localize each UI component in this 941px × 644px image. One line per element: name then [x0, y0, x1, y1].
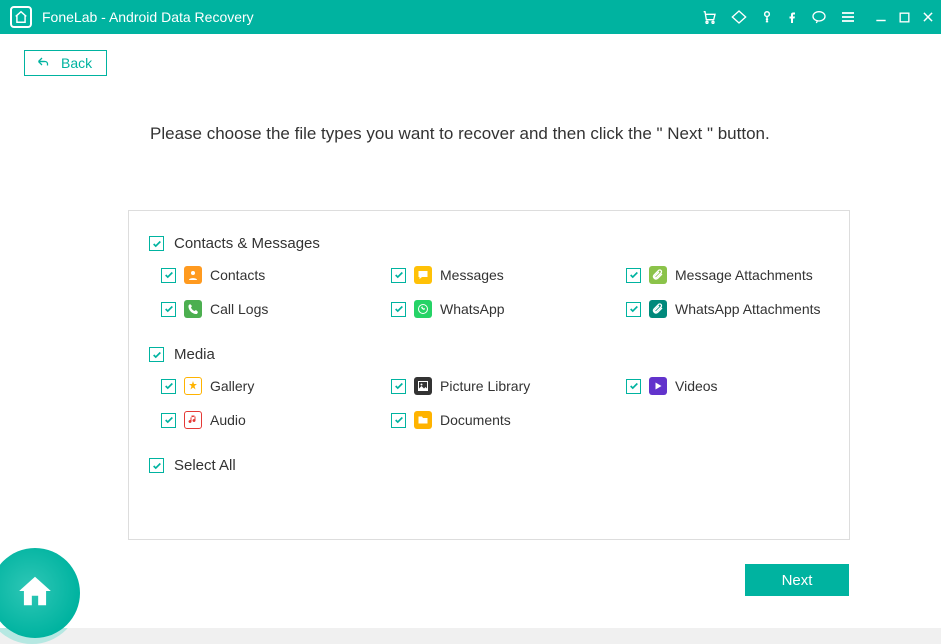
item-label: Picture Library	[440, 378, 530, 394]
next-label: Next	[782, 572, 813, 589]
back-button[interactable]: Back	[24, 50, 107, 76]
titlebar-actions	[700, 9, 856, 25]
next-button[interactable]: Next	[745, 564, 849, 596]
group-label: Media	[174, 346, 215, 363]
item-audio[interactable]: Audio	[161, 411, 391, 429]
home-button[interactable]	[0, 548, 80, 638]
item-label: WhatsApp	[440, 301, 505, 317]
checkbox-media[interactable]	[149, 347, 164, 362]
item-label: Call Logs	[210, 301, 268, 317]
checkbox[interactable]	[391, 268, 406, 283]
gallery-icon	[184, 377, 202, 395]
checkbox-select-all[interactable]	[149, 458, 164, 473]
item-documents[interactable]: Documents	[391, 411, 626, 429]
checkbox[interactable]	[161, 268, 176, 283]
item-label: Videos	[675, 378, 718, 394]
item-call-logs[interactable]: Call Logs	[161, 300, 391, 318]
item-picture-library[interactable]: Picture Library	[391, 377, 626, 395]
item-label: Messages	[440, 267, 504, 283]
close-button[interactable]	[921, 10, 935, 24]
cart-icon[interactable]	[700, 9, 718, 25]
checkbox[interactable]	[161, 413, 176, 428]
checkbox[interactable]	[626, 302, 641, 317]
group-contacts-messages[interactable]: Contacts & Messages	[149, 235, 829, 252]
wifi-icon[interactable]	[730, 9, 748, 25]
minimize-button[interactable]	[874, 10, 888, 24]
back-label: Back	[61, 55, 92, 71]
item-label: Message Attachments	[675, 267, 813, 283]
whatsapp-icon	[414, 300, 432, 318]
item-label: Documents	[440, 412, 511, 428]
whatsapp-attachment-icon	[649, 300, 667, 318]
checkbox-contacts-messages[interactable]	[149, 236, 164, 251]
checkbox[interactable]	[391, 413, 406, 428]
message-icon	[414, 266, 432, 284]
menu-icon[interactable]	[840, 9, 856, 25]
phone-icon	[184, 300, 202, 318]
checkbox[interactable]	[391, 302, 406, 317]
media-items: Gallery Picture Library Videos Audio	[161, 377, 829, 429]
group-media[interactable]: Media	[149, 346, 829, 363]
folder-icon	[414, 411, 432, 429]
picture-icon	[414, 377, 432, 395]
app-title: FoneLab - Android Data Recovery	[42, 9, 700, 25]
select-all-label: Select All	[174, 457, 236, 474]
item-videos[interactable]: Videos	[626, 377, 856, 395]
contacts-messages-items: Contacts Messages Message Attachments Ca…	[161, 266, 829, 318]
instruction-text: Please choose the file types you want to…	[150, 124, 770, 144]
item-messages[interactable]: Messages	[391, 266, 626, 284]
item-contacts[interactable]: Contacts	[161, 266, 391, 284]
item-whatsapp[interactable]: WhatsApp	[391, 300, 626, 318]
item-label: Audio	[210, 412, 246, 428]
checkbox[interactable]	[161, 379, 176, 394]
titlebar: FoneLab - Android Data Recovery	[0, 0, 941, 34]
item-label: Contacts	[210, 267, 265, 283]
file-types-panel: Contacts & Messages Contacts Messages Me…	[128, 210, 850, 540]
select-all[interactable]: Select All	[149, 457, 829, 474]
content-area: Back Please choose the file types you wa…	[0, 34, 941, 628]
back-arrow-icon	[35, 55, 51, 71]
attachment-icon	[649, 266, 667, 284]
window-controls	[874, 10, 935, 24]
video-icon	[649, 377, 667, 395]
person-icon	[184, 266, 202, 284]
home-icon	[16, 572, 54, 615]
facebook-icon[interactable]	[786, 9, 798, 25]
app-window: FoneLab - Android Data Recovery Back Ple…	[0, 0, 941, 628]
audio-icon	[184, 411, 202, 429]
key-icon[interactable]	[760, 9, 774, 25]
item-message-attachments[interactable]: Message Attachments	[626, 266, 856, 284]
checkbox[interactable]	[626, 268, 641, 283]
checkbox[interactable]	[391, 379, 406, 394]
item-label: WhatsApp Attachments	[675, 301, 821, 317]
maximize-button[interactable]	[898, 11, 911, 24]
app-logo-icon	[10, 6, 32, 28]
group-label: Contacts & Messages	[174, 235, 320, 252]
item-whatsapp-attachments[interactable]: WhatsApp Attachments	[626, 300, 856, 318]
checkbox[interactable]	[626, 379, 641, 394]
chat-icon[interactable]	[810, 9, 828, 25]
checkbox[interactable]	[161, 302, 176, 317]
item-gallery[interactable]: Gallery	[161, 377, 391, 395]
item-label: Gallery	[210, 378, 254, 394]
